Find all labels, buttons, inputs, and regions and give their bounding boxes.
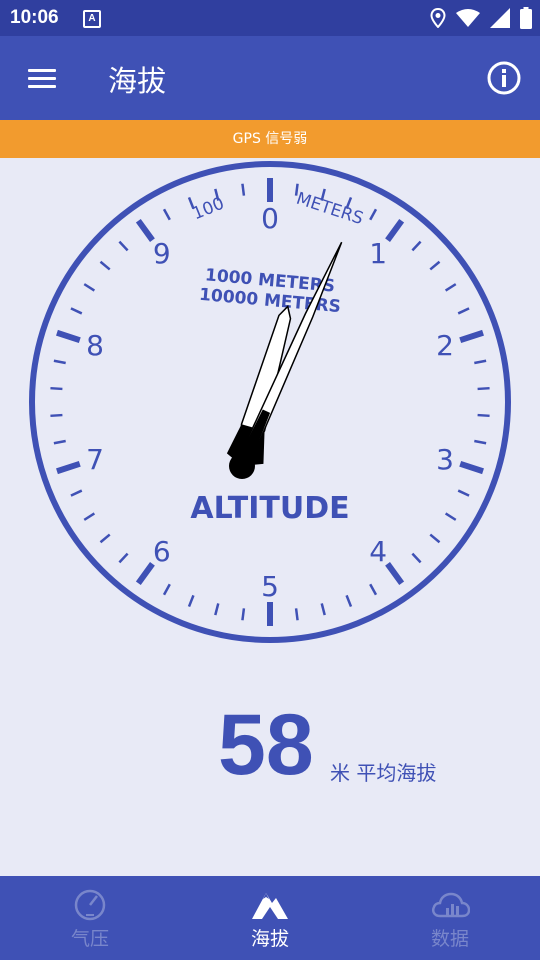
page-title: 海拔 bbox=[108, 64, 167, 98]
gauge-minor-tick bbox=[477, 386, 490, 391]
mountain-icon bbox=[252, 893, 288, 919]
nav-item-altitude[interactable]: 海拔 bbox=[180, 876, 360, 960]
gauge-label-altitude: ALTITUDE bbox=[190, 491, 349, 526]
gauge-number: 1 bbox=[369, 237, 387, 270]
app-bar: 海拔 bbox=[0, 36, 540, 120]
altitude-unit: 米 平均海拔 bbox=[330, 761, 437, 785]
info-icon[interactable] bbox=[486, 60, 522, 96]
wifi-icon bbox=[456, 9, 480, 27]
gps-weak-banner: GPS 信号弱 bbox=[0, 120, 540, 158]
gauge-pivot bbox=[229, 453, 255, 479]
gauge-number: 0 bbox=[261, 202, 279, 235]
nav-item-barometer[interactable]: 气压 bbox=[0, 876, 180, 960]
bottom-navigation: 气压 海拔 数据 bbox=[0, 876, 540, 960]
gauge-minor-tick bbox=[294, 608, 299, 621]
nav-label-altitude: 海拔 bbox=[250, 928, 289, 950]
battery-icon bbox=[520, 7, 532, 29]
status-bar: 10:06 A bbox=[0, 0, 540, 36]
status-icons bbox=[430, 7, 532, 29]
notification-icon: A bbox=[83, 10, 101, 28]
gauge-minor-tick bbox=[477, 413, 490, 418]
gauge-number: 9 bbox=[153, 237, 171, 270]
gauge-minor-tick bbox=[241, 183, 246, 196]
gauge-number: 6 bbox=[153, 535, 171, 568]
altitude-reading: 58 米 平均海拔 bbox=[0, 690, 540, 800]
nav-item-data[interactable]: 数据 bbox=[360, 876, 540, 960]
signal-icon bbox=[490, 8, 510, 28]
nav-label-data: 数据 bbox=[430, 928, 469, 950]
gauge-number: 4 bbox=[369, 535, 387, 568]
nav-label-barometer: 气压 bbox=[70, 928, 109, 950]
status-time: 10:06 bbox=[10, 7, 59, 28]
location-icon bbox=[430, 8, 446, 28]
gauge-number: 2 bbox=[436, 329, 454, 362]
gauge-number: 3 bbox=[436, 443, 454, 476]
gauge-minor-tick bbox=[50, 413, 63, 418]
barometer-icon bbox=[74, 889, 106, 921]
altitude-value: 58 bbox=[218, 697, 314, 793]
gauge-minor-tick bbox=[50, 386, 63, 391]
hamburger-menu-icon[interactable] bbox=[22, 62, 62, 94]
gauge-number: 8 bbox=[86, 329, 104, 362]
cloud-chart-icon bbox=[432, 892, 470, 918]
gauge-minor-tick bbox=[241, 608, 246, 621]
altimeter-gauge: 0123456789 100 METERS 1000 METERS 10000 … bbox=[29, 161, 511, 643]
gauge-number: 5 bbox=[261, 570, 279, 603]
gauge-number: 7 bbox=[86, 443, 104, 476]
